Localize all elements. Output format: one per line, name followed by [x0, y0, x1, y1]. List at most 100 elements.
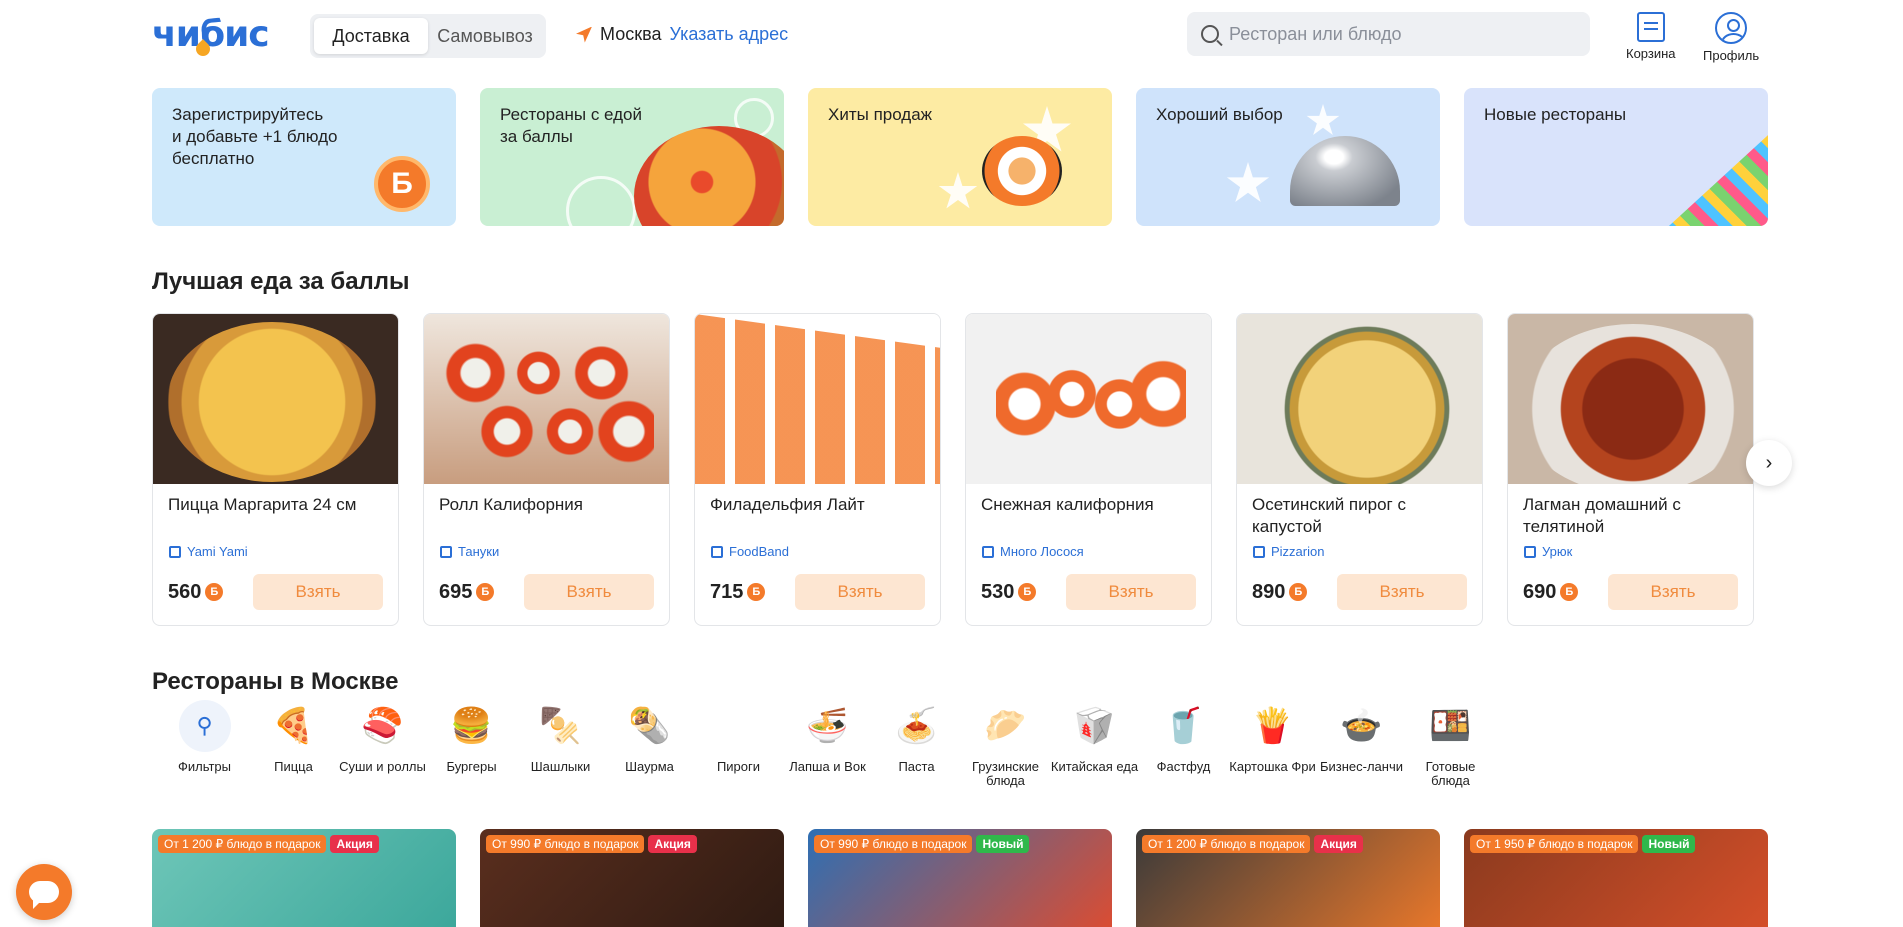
sushi-roll-image: [982, 136, 1062, 206]
category-fastfood[interactable]: 🥤 Фастфуд: [1139, 700, 1228, 788]
take-button[interactable]: Взять: [524, 574, 654, 610]
category-filters[interactable]: ⚲ Фильтры: [160, 700, 249, 788]
restaurant-card[interactable]: От 990 ₽ блюдо в подарок Новый: [808, 829, 1112, 927]
search-bar[interactable]: [1187, 12, 1590, 56]
category-pasta[interactable]: 🍝 Паста: [872, 700, 961, 788]
search-input[interactable]: [1229, 23, 1579, 45]
restaurant-icon: [711, 545, 723, 558]
category-pizza[interactable]: 🍕 Пицца: [249, 700, 338, 788]
cart-icon: [1636, 12, 1665, 42]
category-burgers[interactable]: 🍔 Бургеры: [427, 700, 516, 788]
soup-icon: 🍲: [1340, 707, 1383, 745]
food-name: Филадельфия Лайт: [710, 495, 865, 514]
banner-bestsellers[interactable]: Хиты продаж: [808, 88, 1112, 226]
category-label: Суши и роллы: [339, 759, 426, 774]
restaurant-link[interactable]: FoodBand: [711, 544, 789, 559]
food-card[interactable]: Осетинский пирог с капустой Pizzarion 89…: [1236, 313, 1483, 626]
category-pies[interactable]: Пироги: [694, 700, 783, 788]
take-button[interactable]: Взять: [795, 574, 925, 610]
profile-button[interactable]: Профиль: [1703, 12, 1759, 63]
category-chinese[interactable]: 🥡 Китайская еда: [1050, 700, 1139, 788]
category-ready-meals[interactable]: 🍱 Готовые блюда: [1406, 700, 1495, 788]
restaurant-name: Pizzarion: [1271, 544, 1325, 559]
take-button[interactable]: Взять: [1066, 574, 1196, 610]
food-card[interactable]: Снежная калифорния Много Лосося 530 Б Вз…: [965, 313, 1212, 626]
category-label: Фильтры: [177, 759, 231, 774]
restaurant-link[interactable]: Тануки: [440, 544, 499, 559]
food-image: [424, 314, 669, 484]
carousel-next-button[interactable]: ›: [1746, 440, 1792, 486]
fastfood-icon: 🥤: [1162, 707, 1205, 745]
gift-offer-badge: От 990 ₽ блюдо в подарок: [486, 835, 645, 853]
price-points: 530 Б: [981, 581, 1037, 604]
category-label: Шашлыки: [530, 759, 591, 774]
cart-label: Корзина: [1626, 46, 1676, 61]
restaurant-card[interactable]: От 990 ₽ блюдо в подарок Акция: [480, 829, 784, 927]
food-name: Пицца Маргарита 24 см: [168, 495, 357, 514]
category-shashlik[interactable]: 🍢 Шашлыки: [516, 700, 605, 788]
restaurant-list: От 1 200 ₽ блюдо в подарок Акция От 990 …: [152, 829, 1768, 927]
food-card[interactable]: Лагман домашний с телятиной Урюк 690 Б В…: [1507, 313, 1754, 626]
category-label: Пицца: [274, 759, 313, 774]
gift-offer-badge: От 1 950 ₽ блюдо в подарок: [1470, 835, 1639, 853]
price-points: 690 Б: [1523, 581, 1579, 604]
banner-points-restaurants[interactable]: Рестораны с едой за баллы: [480, 88, 784, 226]
take-button[interactable]: Взять: [253, 574, 383, 610]
ring-decoration-icon: [566, 176, 636, 226]
restaurant-icon: [1524, 545, 1536, 558]
restaurant-link[interactable]: Yami Yami: [169, 544, 248, 559]
gift-offer-badge: От 990 ₽ блюдо в подарок: [814, 835, 973, 853]
section-title-restaurants: Рестораны в Москве: [152, 668, 399, 695]
food-card[interactable]: Пицца Маргарита 24 см Yami Yami 560 Б Вз…: [152, 313, 399, 626]
profile-label: Профиль: [1703, 48, 1760, 63]
price-points: 560 Б: [168, 581, 224, 604]
banner-register[interactable]: Зарегистрируйтесь и добавьте +1 блюдо бе…: [152, 88, 456, 226]
restaurant-link[interactable]: Урюк: [1524, 544, 1572, 559]
food-name: Лагман домашний с телятиной: [1523, 495, 1681, 536]
food-card[interactable]: Ролл Калифорния Тануки 695 Б Взять: [423, 313, 670, 626]
price-points: 695 Б: [439, 581, 495, 604]
category-shawarma[interactable]: 🌯 Шаурма: [605, 700, 694, 788]
pasta-icon: 🍝: [895, 707, 938, 745]
restaurant-link[interactable]: Много Лосося: [982, 544, 1084, 559]
category-label: Пироги: [716, 759, 761, 774]
bonus-coin-icon: Б: [374, 156, 430, 212]
location-arrow-icon: [576, 26, 592, 43]
support-chat-button[interactable]: [16, 864, 72, 920]
tab-delivery[interactable]: Доставка: [314, 18, 428, 54]
price-points: 715 Б: [710, 581, 766, 604]
food-image: [1508, 314, 1753, 484]
category-business-lunch[interactable]: 🍲 Бизнес-ланчи: [1317, 700, 1406, 788]
category-noodles[interactable]: 🍜 Лапша и Вок: [783, 700, 872, 788]
noodles-icon: 🍜: [806, 707, 849, 745]
category-label: Шаурма: [625, 759, 674, 774]
category-georgian[interactable]: 🥟 Грузинские блюда: [961, 700, 1050, 788]
category-sushi[interactable]: 🍣 Суши и роллы: [338, 700, 427, 788]
food-card[interactable]: Филадельфия Лайт FoodBand 715 Б Взять: [694, 313, 941, 626]
food-name: Снежная калифорния: [981, 495, 1154, 514]
cart-button[interactable]: Корзина: [1626, 12, 1676, 61]
banner-new-restaurants[interactable]: Новые рестораны: [1464, 88, 1768, 226]
cloche-image: [1290, 136, 1400, 206]
restaurant-card[interactable]: От 1 200 ₽ блюдо в подарок Акция: [1136, 829, 1440, 927]
take-button[interactable]: Взять: [1337, 574, 1467, 610]
tab-pickup[interactable]: Самовывоз: [428, 18, 542, 54]
sparkle-decoration-icon: [1226, 162, 1270, 203]
banner-good-choice[interactable]: Хороший выбор: [1136, 88, 1440, 226]
profile-icon: [1715, 12, 1748, 44]
location-selector[interactable]: Москва Указать адрес: [576, 24, 788, 45]
section-title-points: Лучшая еда за баллы: [152, 268, 410, 295]
category-fries[interactable]: 🍟 Картошка Фри: [1228, 700, 1317, 788]
restaurant-card[interactable]: От 1 950 ₽ блюдо в подарок Новый: [1464, 829, 1768, 927]
promo-badge: Акция: [1314, 835, 1363, 853]
ready-meal-icon: 🍱: [1429, 707, 1472, 745]
specify-address-link[interactable]: Указать адрес: [669, 24, 788, 45]
category-bar: ⚲ Фильтры 🍕 Пицца 🍣 Суши и роллы 🍔 Бурге…: [160, 700, 1495, 788]
skewer-icon: 🍢: [539, 707, 582, 745]
restaurant-card[interactable]: От 1 200 ₽ блюдо в подарок Акция: [152, 829, 456, 927]
city-name[interactable]: Москва: [600, 24, 661, 45]
restaurant-link[interactable]: Pizzarion: [1253, 544, 1324, 559]
take-button[interactable]: Взять: [1608, 574, 1738, 610]
search-icon: [1201, 25, 1219, 43]
food-image: [695, 314, 940, 484]
